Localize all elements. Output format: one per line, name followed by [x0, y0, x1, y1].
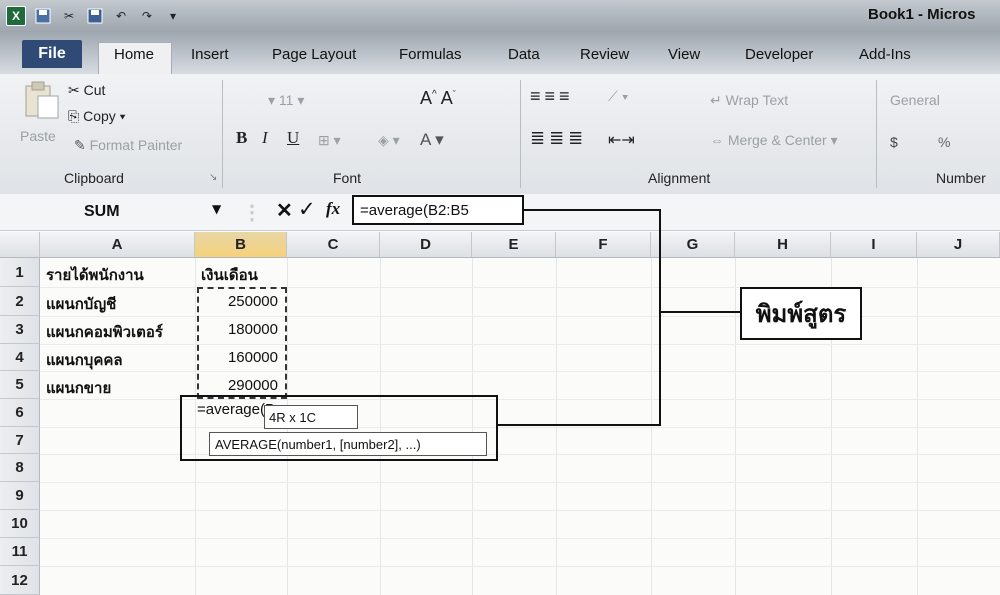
callout-label: พิมพ์สูตร [740, 287, 862, 340]
